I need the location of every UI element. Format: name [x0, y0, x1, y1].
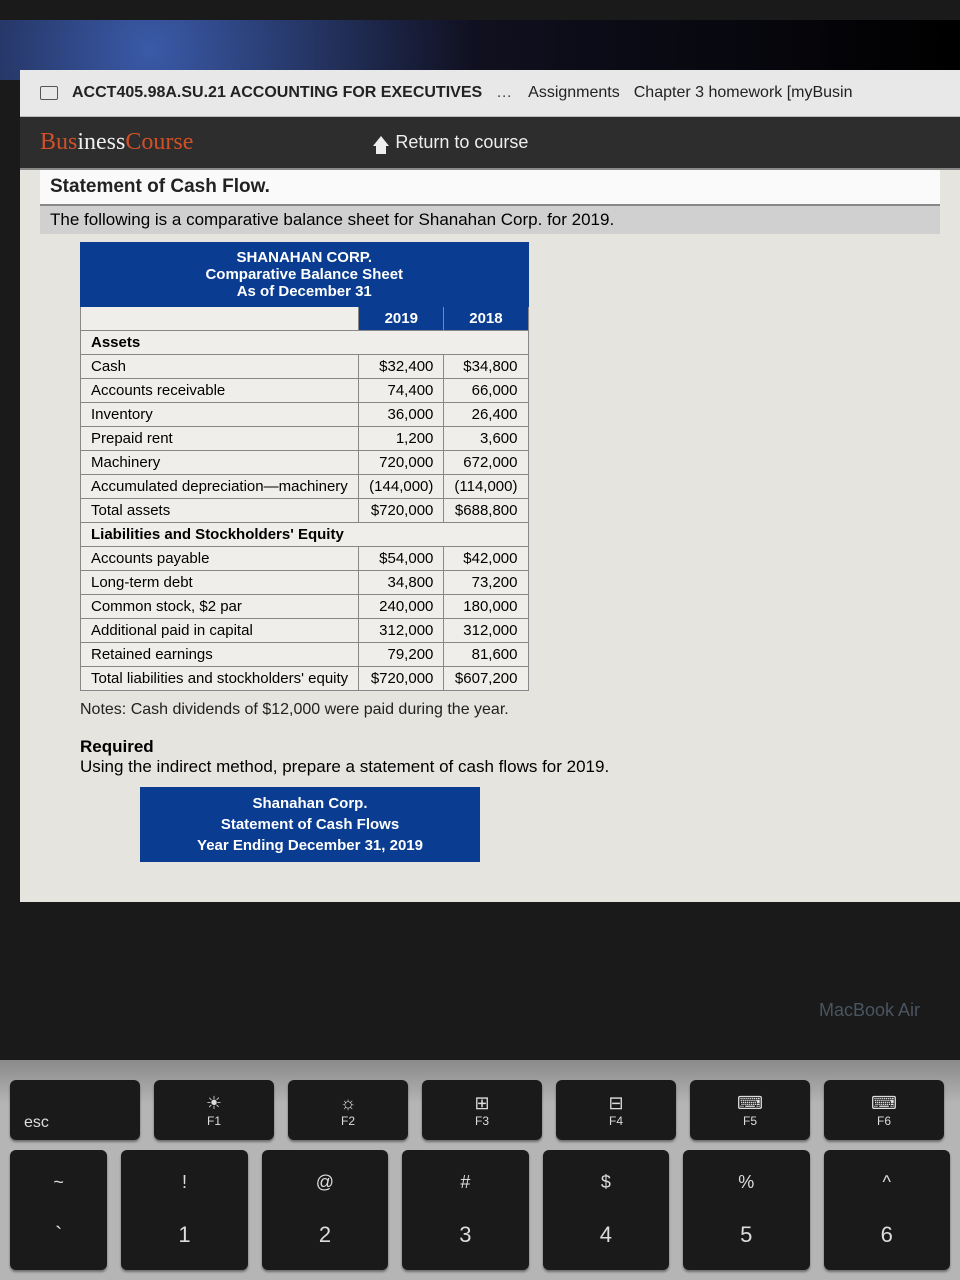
key-4[interactable]: $4 [543, 1150, 669, 1270]
brightness-up-icon: ☼ [340, 1093, 357, 1114]
brand-logo[interactable]: BusinessCourse [40, 129, 193, 156]
sheet-header: SHANAHAN CORP. Comparative Balance Sheet… [81, 243, 529, 307]
key-6[interactable]: ^6 [824, 1150, 950, 1270]
liab-label: Liabilities and Stockholders' Equity [81, 523, 529, 547]
brightness-down-icon: ☀ [206, 1093, 222, 1114]
key-esc[interactable]: esc [10, 1080, 140, 1140]
section-title: Statement of Cash Flow. [40, 170, 940, 206]
mission-control-icon: ⊞ [474, 1093, 489, 1114]
key-f6[interactable]: ⌨F6 [824, 1080, 944, 1140]
key-1[interactable]: !1 [121, 1150, 247, 1270]
assets-label: Assets [81, 331, 529, 355]
notes-text: Notes: Cash dividends of $12,000 were pa… [80, 701, 940, 719]
folder-icon [40, 86, 58, 100]
key-f1[interactable]: ☀F1 [154, 1080, 274, 1140]
table-row: Total liabilities and stockholders' equi… [81, 667, 529, 691]
key-2[interactable]: @2 [262, 1150, 388, 1270]
table-row: Accounts receivable74,40066,000 [81, 379, 529, 403]
topbar: BusinessCourse Return to course [20, 117, 960, 168]
key-f3[interactable]: ⊞F3 [422, 1080, 542, 1140]
keyboard: esc ☀F1 ☼F2 ⊞F3 ⊟F4 ⌨F5 ⌨F6 ~` !1 @2 #3 … [0, 1060, 960, 1280]
key-f4[interactable]: ⊟F4 [556, 1080, 676, 1140]
content-area: Statement of Cash Flow. The following is… [20, 168, 960, 902]
key-5[interactable]: %5 [683, 1150, 809, 1270]
breadcrumb-current[interactable]: Chapter 3 homework [myBusin [634, 84, 853, 102]
intro-text: The following is a comparative balance s… [40, 206, 940, 234]
table-row: Common stock, $2 par240,000180,000 [81, 595, 529, 619]
key-f5[interactable]: ⌨F5 [690, 1080, 810, 1140]
required-text: Using the indirect method, prepare a sta… [80, 757, 609, 776]
balance-sheet-table: SHANAHAN CORP. Comparative Balance Sheet… [80, 242, 529, 691]
keyboard-dim-icon: ⌨ [737, 1093, 763, 1114]
breadcrumb-ellipsis: … [496, 84, 514, 102]
table-row: Machinery720,000672,000 [81, 451, 529, 475]
table-row: Total assets$720,000$688,800 [81, 499, 529, 523]
table-row: Inventory36,00026,400 [81, 403, 529, 427]
table-row: Accumulated depreciation—machinery(144,0… [81, 475, 529, 499]
table-row: Long-term debt34,80073,200 [81, 571, 529, 595]
return-to-course-link[interactable]: Return to course [373, 132, 528, 153]
col-2019: 2019 [359, 307, 444, 331]
table-row: Prepaid rent1,2003,600 [81, 427, 529, 451]
breadcrumb-assignments[interactable]: Assignments [528, 84, 620, 102]
required-heading: Required [80, 737, 940, 757]
keyboard-bright-icon: ⌨ [871, 1093, 897, 1114]
return-label: Return to course [395, 132, 528, 153]
key-f2[interactable]: ☼F2 [288, 1080, 408, 1140]
breadcrumb: ACCT405.98A.SU.21 ACCOUNTING FOR EXECUTI… [20, 70, 960, 117]
col-2018: 2018 [444, 307, 528, 331]
key-3[interactable]: #3 [402, 1150, 528, 1270]
table-row: Additional paid in capital312,000312,000 [81, 619, 529, 643]
key-tilde[interactable]: ~` [10, 1150, 107, 1270]
answer-header: Shanahan Corp. Statement of Cash Flows Y… [140, 787, 480, 862]
breadcrumb-course[interactable]: ACCT405.98A.SU.21 ACCOUNTING FOR EXECUTI… [72, 84, 482, 102]
required-section: Required Using the indirect method, prep… [80, 737, 940, 777]
table-row: Retained earnings79,20081,600 [81, 643, 529, 667]
macbook-air-label: MacBook Air [819, 1000, 920, 1021]
home-icon [373, 136, 389, 146]
launchpad-icon: ⊟ [608, 1093, 623, 1114]
table-row: Accounts payable$54,000$42,000 [81, 547, 529, 571]
screen-area: ACCT405.98A.SU.21 ACCOUNTING FOR EXECUTI… [20, 70, 960, 902]
table-row: Cash$32,400$34,800 [81, 355, 529, 379]
empty-cell [81, 307, 359, 331]
